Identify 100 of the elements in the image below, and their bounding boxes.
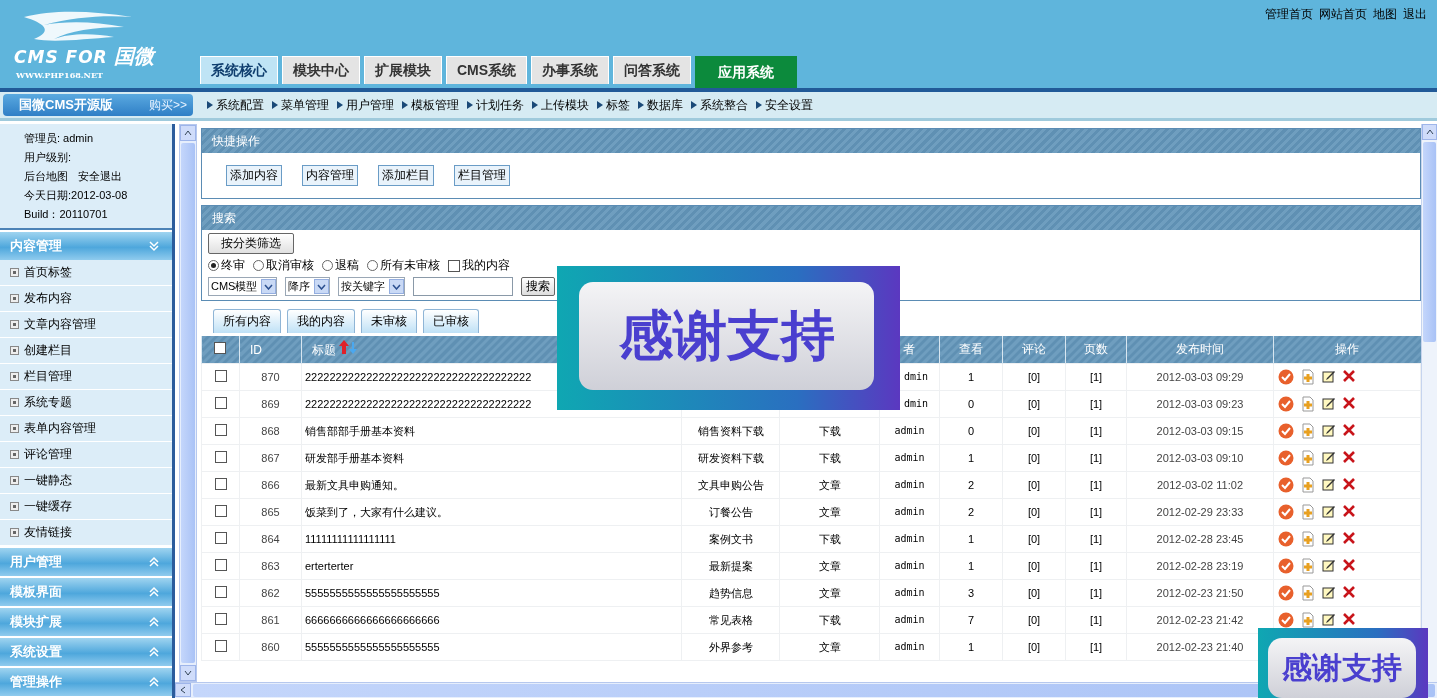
nav-tab[interactable]: 扩展模块 [364, 56, 442, 84]
radio[interactable] [322, 260, 333, 271]
checkbox[interactable] [448, 259, 460, 272]
menu-link[interactable]: 数据库 [638, 96, 683, 114]
checkbox[interactable] [214, 558, 227, 571]
search-field[interactable] [413, 277, 514, 296]
approve-icon[interactable] [1278, 450, 1294, 466]
checkbox[interactable] [214, 504, 227, 517]
delete-icon[interactable] [1342, 504, 1356, 518]
approve-icon[interactable] [1278, 396, 1294, 412]
edit-icon[interactable] [1322, 423, 1336, 437]
menu-link[interactable]: 菜单管理 [272, 96, 329, 114]
radio[interactable] [208, 260, 219, 271]
quick-button[interactable]: 内容管理 [302, 165, 358, 186]
sidebar-item[interactable]: 一键静态 [0, 468, 172, 494]
edit-icon[interactable] [1322, 504, 1336, 518]
scrollbar[interactable] [1421, 124, 1437, 682]
sidebar-item[interactable]: 发布内容 [0, 286, 172, 312]
checkbox[interactable] [214, 639, 227, 652]
edit-icon[interactable] [1322, 612, 1336, 626]
delete-icon[interactable] [1342, 423, 1356, 437]
arrow-left-icon[interactable] [180, 686, 186, 694]
scrollbar[interactable] [179, 124, 197, 682]
content-tab[interactable]: 我的内容 [287, 309, 355, 333]
menu-link[interactable]: 标签 [597, 96, 630, 114]
nav-tab[interactable]: 模块中心 [282, 56, 360, 84]
checkbox[interactable] [214, 342, 226, 354]
header-link[interactable]: 管理首页 [1265, 6, 1313, 23]
checkbox[interactable] [214, 369, 227, 382]
arrow-up-icon[interactable] [1425, 129, 1434, 135]
approve-icon[interactable] [1278, 477, 1294, 493]
checkbox[interactable] [214, 423, 227, 436]
checkbox[interactable] [214, 477, 227, 490]
content-tab[interactable]: 未审核 [361, 309, 417, 333]
header-link[interactable]: 退出 [1403, 6, 1427, 23]
sidebar-item[interactable]: 文章内容管理 [0, 312, 172, 338]
approve-icon[interactable] [1278, 585, 1294, 601]
sidebar-item[interactable]: 表单内容管理 [0, 416, 172, 442]
radio[interactable] [253, 260, 264, 271]
content-tab[interactable]: 所有内容 [213, 309, 281, 333]
nav-tab[interactable]: 应用系统 [695, 56, 798, 88]
menu-link[interactable]: 上传模块 [532, 96, 589, 114]
sidebar-item[interactable]: 友情链接 [0, 520, 172, 546]
checkbox[interactable] [214, 531, 227, 544]
dropdown[interactable]: 降序 [285, 277, 331, 296]
radio-option[interactable]: 退稿 [322, 257, 359, 274]
arrow-down-icon[interactable] [184, 670, 192, 676]
sidebar-item[interactable]: 评论管理 [0, 442, 172, 468]
menu-link[interactable]: 用户管理 [337, 96, 394, 114]
info-link[interactable]: 后台地图 [24, 168, 68, 184]
search-button[interactable]: 搜索 [521, 277, 556, 296]
header-link[interactable]: 网站首页 [1319, 6, 1367, 23]
dropdown[interactable]: CMS模型 [208, 277, 278, 296]
sidebar-item[interactable]: 创建栏目 [0, 338, 172, 364]
nav-tab[interactable]: CMS系统 [446, 56, 528, 84]
checkbox[interactable] [214, 396, 227, 409]
radio-option[interactable]: 所有未审核 [367, 257, 440, 274]
delete-icon[interactable] [1342, 558, 1356, 572]
edit-icon[interactable] [1322, 558, 1336, 572]
radio-option[interactable]: 终审 [208, 257, 245, 274]
delete-icon[interactable] [1342, 450, 1356, 464]
sidebar-item[interactable]: 一键缓存 [0, 494, 172, 520]
checkbox[interactable] [214, 450, 227, 463]
sidebar-item[interactable]: 系统专题 [0, 390, 172, 416]
radio[interactable] [367, 260, 378, 271]
quick-button[interactable]: 栏目管理 [454, 165, 510, 186]
approve-icon[interactable] [1278, 504, 1294, 520]
menu-link[interactable]: 系统配置 [207, 96, 264, 114]
approve-icon[interactable] [1278, 531, 1294, 547]
quick-button[interactable]: 添加内容 [226, 165, 282, 186]
delete-icon[interactable] [1342, 585, 1356, 599]
checkbox-option[interactable]: 我的内容 [448, 257, 510, 274]
delete-icon[interactable] [1342, 477, 1356, 491]
edit-icon[interactable] [1322, 531, 1336, 545]
delete-icon[interactable] [1342, 531, 1356, 545]
menu-link[interactable]: 模板管理 [402, 96, 459, 114]
info-link[interactable]: 安全退出 [78, 168, 122, 184]
menu-link[interactable]: 计划任务 [467, 96, 524, 114]
edit-icon[interactable] [1322, 369, 1336, 383]
filter-button[interactable]: 按分类筛选 [208, 233, 294, 254]
nav-tab[interactable]: 问答系统 [613, 56, 692, 84]
quick-button[interactable]: 添加栏目 [378, 165, 434, 186]
sidebar-item[interactable]: 栏目管理 [0, 364, 172, 390]
approve-icon[interactable] [1278, 612, 1294, 628]
edit-icon[interactable] [1322, 585, 1336, 599]
radio-option[interactable]: 取消审核 [253, 257, 314, 274]
sidebar-item[interactable]: 首页标签 [0, 260, 172, 286]
approve-icon[interactable] [1278, 423, 1294, 439]
checkbox[interactable] [214, 612, 227, 625]
approve-icon[interactable] [1278, 369, 1294, 385]
edit-icon[interactable] [1322, 450, 1336, 464]
dropdown[interactable]: 按关键字 [338, 277, 406, 296]
delete-icon[interactable] [1342, 612, 1356, 626]
content-tab[interactable]: 已审核 [423, 309, 479, 333]
header-link[interactable]: 地图 [1373, 6, 1397, 23]
delete-icon[interactable] [1342, 369, 1356, 383]
edit-icon[interactable] [1322, 477, 1336, 491]
delete-icon[interactable] [1342, 396, 1356, 410]
edit-icon[interactable] [1322, 396, 1336, 410]
arrow-up-icon[interactable] [184, 130, 192, 136]
